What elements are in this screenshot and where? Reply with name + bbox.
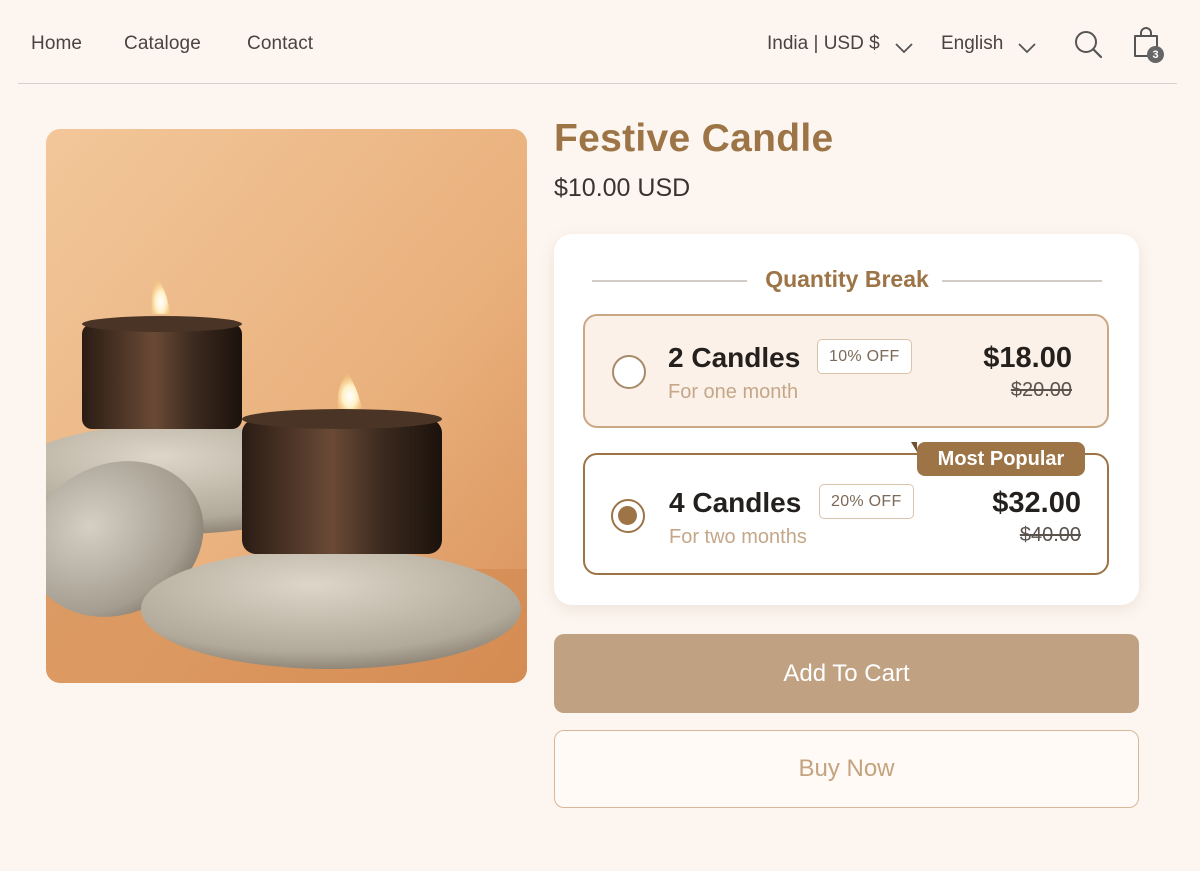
language-selector[interactable]: English <box>941 33 1037 55</box>
add-to-cart-button[interactable]: Add To Cart <box>554 634 1139 713</box>
region-currency-label: India | USD $ <box>767 33 880 54</box>
cart-button[interactable]: 3 <box>1132 26 1166 64</box>
option-price: $18.00 <box>983 342 1072 374</box>
cart-count-badge: 3 <box>1147 46 1164 63</box>
option-radio[interactable] <box>612 355 646 389</box>
option-title: 4 Candles <box>669 487 802 518</box>
search-icon[interactable] <box>1074 30 1104 65</box>
nav-home-link[interactable]: Home <box>31 33 82 55</box>
option-subtitle: For two months <box>669 526 807 548</box>
discount-badge: 20% OFF <box>819 484 914 519</box>
option-original-price: $40.00 <box>1019 524 1081 546</box>
quantity-option-4-candles[interactable]: Most Popular 4 Candles 20% OFF For two m… <box>583 442 1109 575</box>
product-price: $10.00 USD <box>554 174 691 202</box>
product-image <box>46 129 527 683</box>
option-price: $32.00 <box>992 487 1081 519</box>
buy-now-button[interactable]: Buy Now <box>554 730 1139 808</box>
divider-right <box>942 280 1102 282</box>
language-label: English <box>941 33 1004 54</box>
option-original-price: $20.00 <box>1010 379 1072 401</box>
most-popular-tag: Most Popular <box>911 442 1085 476</box>
quantity-break-card: Quantity Break 2 Candles 10% OFF For one… <box>554 234 1139 605</box>
option-title: 2 Candles <box>668 342 801 373</box>
nav-contact-link[interactable]: Contact <box>247 33 313 55</box>
option-radio-selected[interactable] <box>611 499 645 533</box>
product-title: Festive Candle <box>554 117 834 160</box>
nav-catalogue-link[interactable]: Cataloge <box>124 33 201 55</box>
chevron-down-icon <box>894 38 914 54</box>
region-currency-selector[interactable]: India | USD $ <box>767 33 914 55</box>
option-subtitle: For one month <box>668 381 799 403</box>
chevron-down-icon <box>1017 38 1037 54</box>
site-header: Home Cataloge Contact India | USD $ Engl… <box>18 0 1177 84</box>
quantity-option-2-candles[interactable]: 2 Candles 10% OFF For one month $18.00 $… <box>583 314 1109 428</box>
discount-badge: 10% OFF <box>817 339 912 374</box>
quantity-break-heading-row: Quantity Break <box>592 266 1102 296</box>
